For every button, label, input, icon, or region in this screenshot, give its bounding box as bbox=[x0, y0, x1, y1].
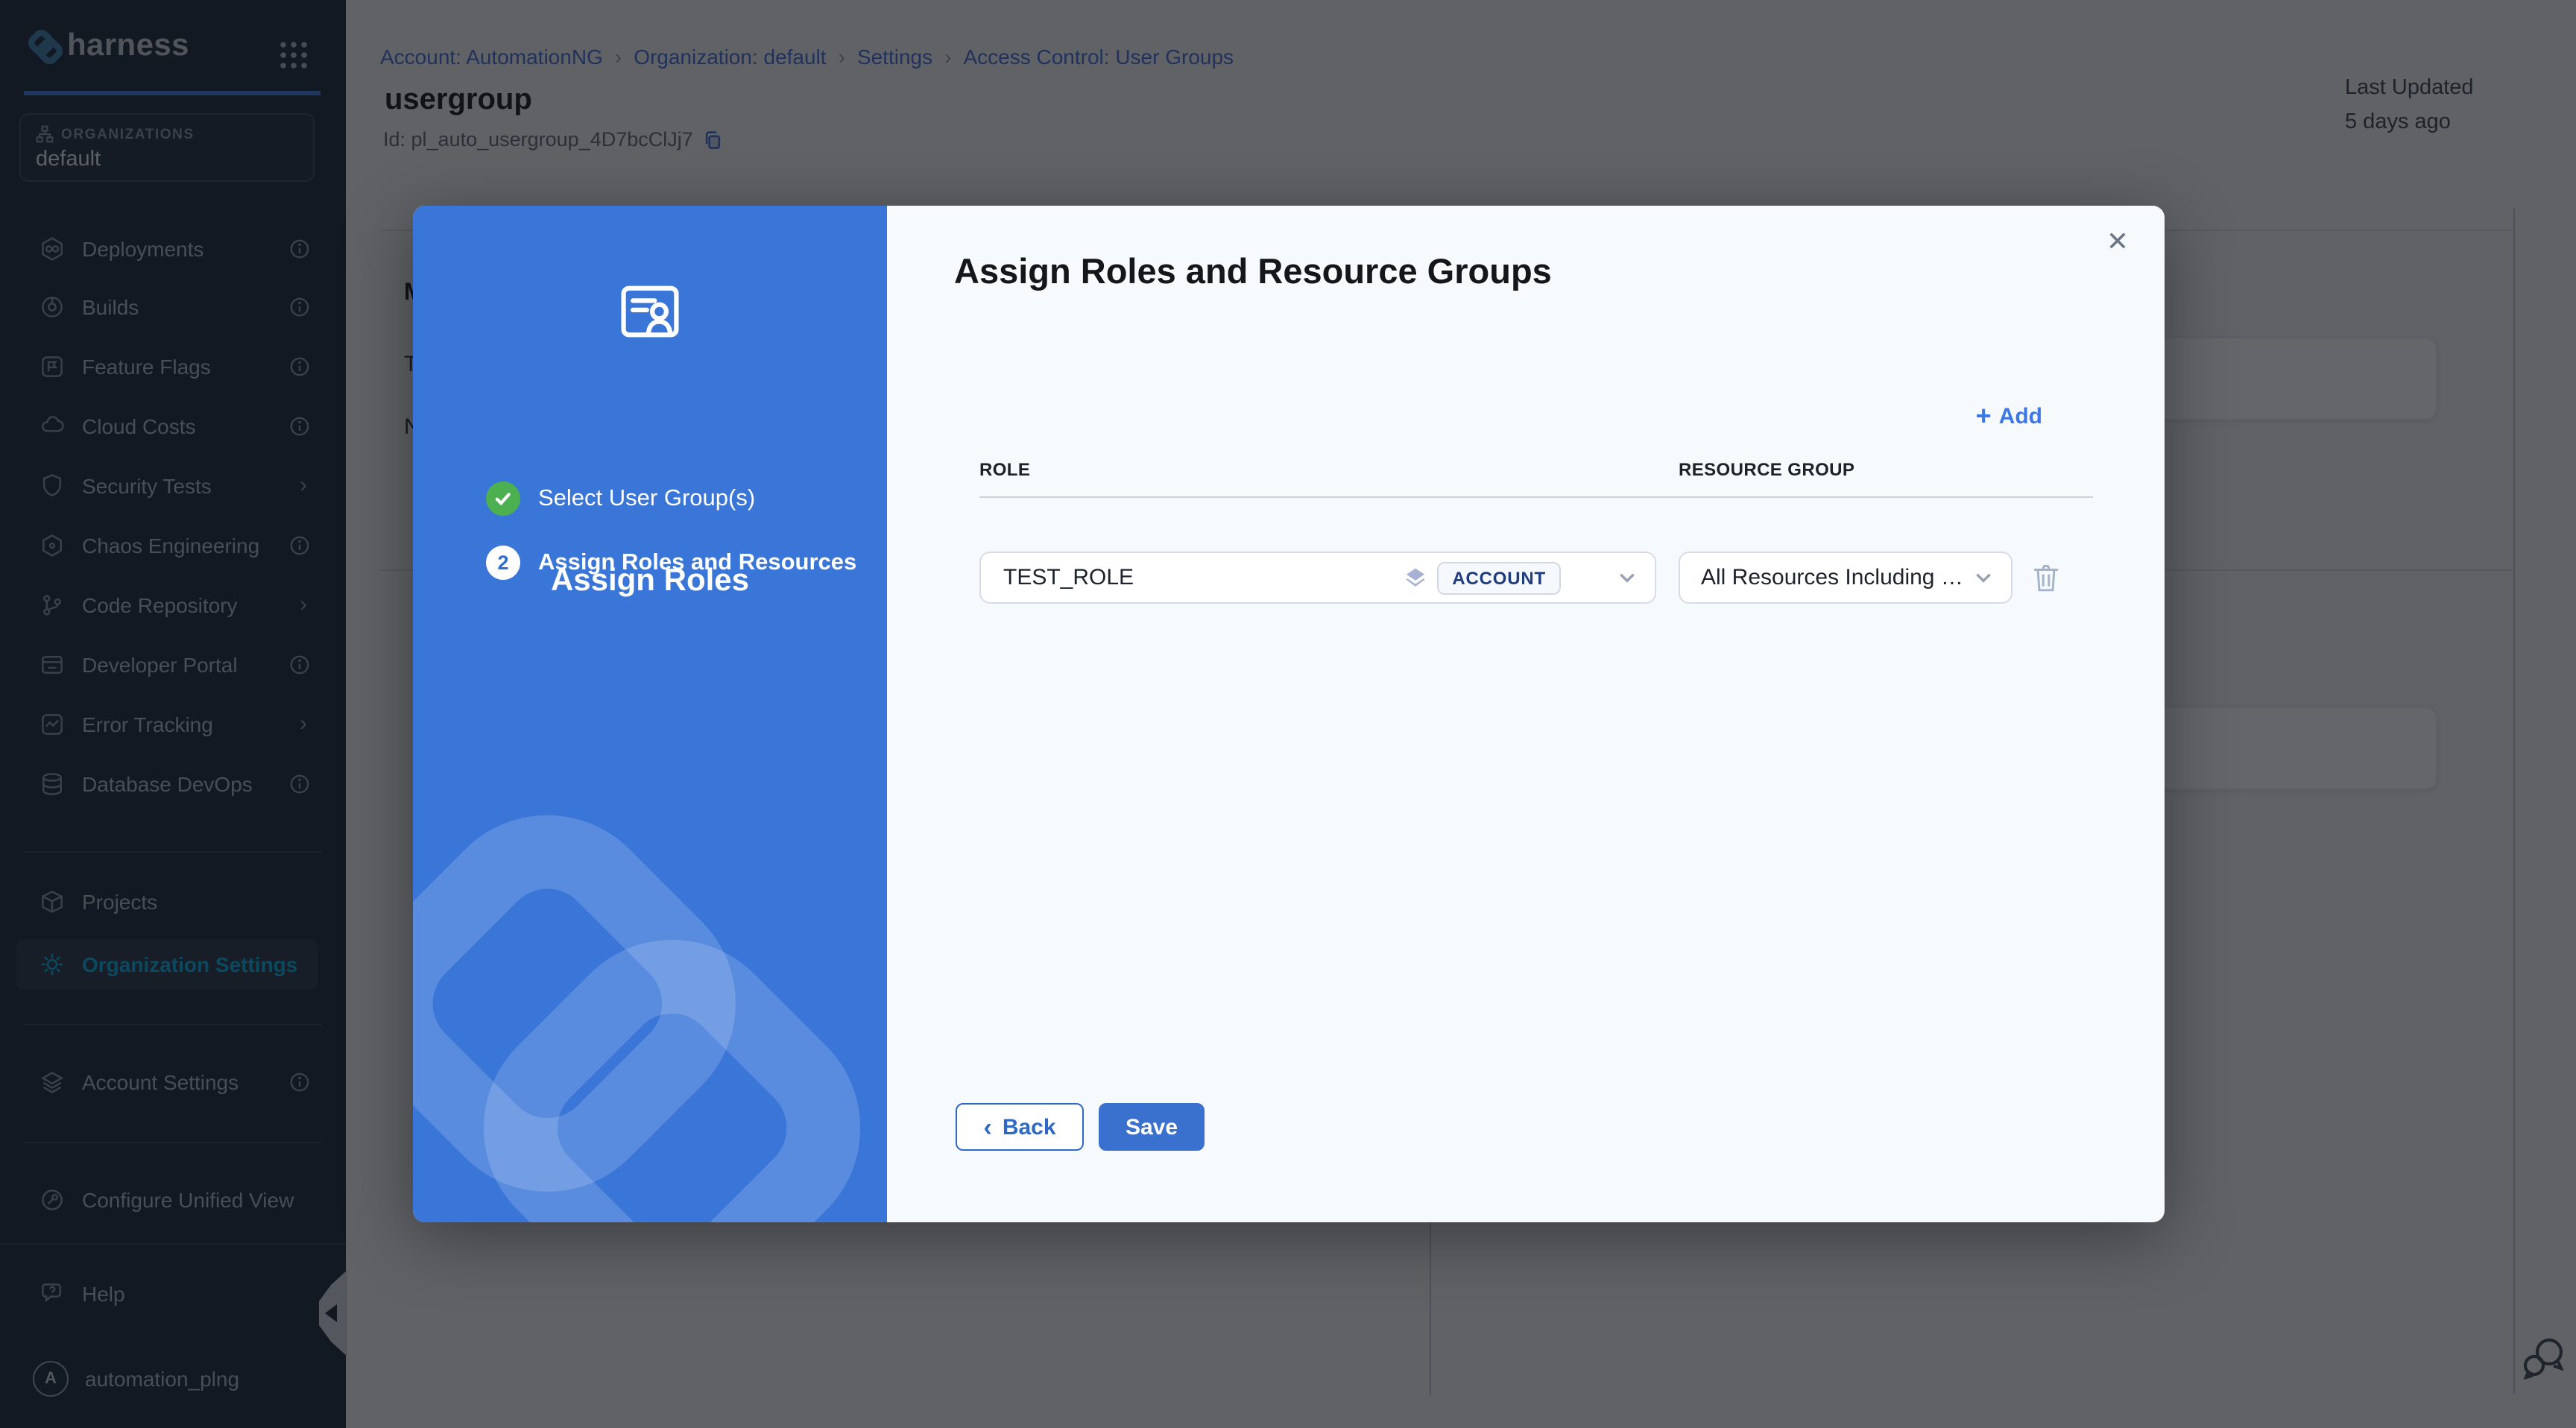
resource-group-select-value: All Resources Including C... bbox=[1701, 565, 1974, 590]
role-select[interactable]: TEST_ROLE ACCOUNT bbox=[979, 552, 1656, 604]
wizard-panel: Assign Roles Select User Group(s) 2 Assi… bbox=[413, 206, 887, 1222]
resource-group-select[interactable]: All Resources Including C... bbox=[1679, 552, 2012, 604]
table-header-rule bbox=[979, 496, 2093, 498]
chevron-down-icon bbox=[1974, 568, 1993, 587]
save-button[interactable]: Save bbox=[1099, 1103, 1205, 1151]
back-button[interactable]: ‹ Back bbox=[956, 1103, 1084, 1151]
step-complete-icon bbox=[486, 481, 520, 516]
delete-row-trash-icon[interactable] bbox=[2032, 562, 2060, 593]
chevron-down-icon bbox=[1617, 568, 1637, 587]
modal-title: Assign Roles and Resource Groups bbox=[954, 252, 1552, 292]
role-column-header: ROLE bbox=[979, 459, 1030, 480]
scope-layers-icon bbox=[1404, 566, 1427, 589]
wizard-step-assign-roles[interactable]: 2 Assign Roles and Resources bbox=[486, 546, 856, 580]
resource-group-column-header: RESOURCE GROUP bbox=[1679, 459, 1854, 480]
app-stage: harness ORGANIZATIONS default Deployment… bbox=[0, 0, 2576, 1428]
assign-roles-modal: Assign Roles Select User Group(s) 2 Assi… bbox=[413, 206, 2165, 1222]
role-select-value: TEST_ROLE bbox=[1003, 565, 1404, 590]
step-number-badge: 2 bbox=[486, 546, 520, 580]
chevron-left-icon: ‹ bbox=[983, 1116, 991, 1138]
role-scope-tag: ACCOUNT bbox=[1437, 561, 1561, 594]
add-button[interactable]: + Add bbox=[1976, 404, 2042, 429]
id-card-icon bbox=[613, 274, 687, 349]
wizard-step-select-user-groups[interactable]: Select User Group(s) bbox=[486, 481, 755, 516]
plus-icon: + bbox=[1976, 405, 1992, 428]
harness-watermark-icon bbox=[413, 783, 887, 1222]
close-icon[interactable]: ✕ bbox=[2100, 221, 2135, 264]
